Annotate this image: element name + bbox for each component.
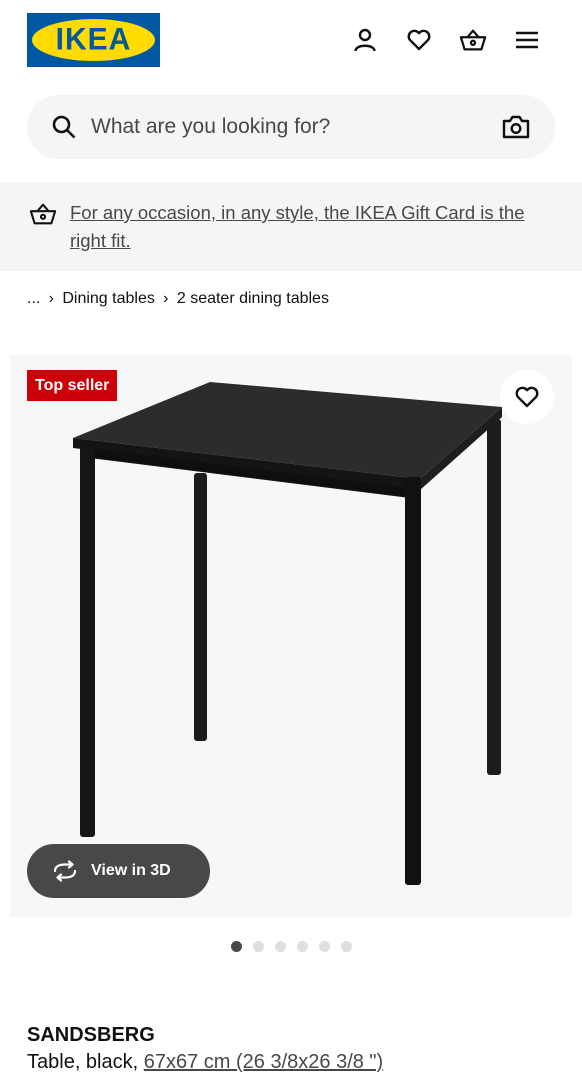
- gift-card-link[interactable]: For any occasion, in any style, the IKEA…: [70, 199, 560, 255]
- basket-icon: [29, 203, 57, 225]
- rotate-3d-icon: [53, 860, 77, 882]
- logo-text: IKEA: [55, 22, 132, 57]
- breadcrumb-ellipsis[interactable]: ...: [27, 290, 40, 308]
- search-bar[interactable]: [27, 95, 555, 159]
- breadcrumb-dining-tables[interactable]: Dining tables: [62, 290, 155, 308]
- carousel-dot[interactable]: [275, 941, 286, 952]
- site-header: IKEA: [0, 0, 582, 82]
- basket-icon[interactable]: [459, 26, 487, 54]
- chevron-right-icon: ›: [48, 290, 54, 307]
- breadcrumb-2-seater-dining-tables[interactable]: 2 seater dining tables: [177, 290, 329, 308]
- product-image: [73, 382, 502, 885]
- image-carousel-dots: [231, 941, 352, 952]
- product-description: Table, black, 67x67 cm (26 3/8x26 3/8 "): [27, 1051, 383, 1074]
- carousel-dot[interactable]: [341, 941, 352, 952]
- chevron-right-icon: ›: [163, 290, 169, 307]
- top-seller-badge: Top seller: [27, 370, 118, 401]
- add-to-favourites-button[interactable]: [500, 370, 554, 424]
- carousel-dot[interactable]: [319, 941, 330, 952]
- carousel-dot[interactable]: [231, 941, 242, 952]
- camera-icon[interactable]: [501, 113, 531, 141]
- product-size-link[interactable]: 67x67 cm (26 3/8x26 3/8 "): [144, 1051, 383, 1073]
- view-in-3d-label: View in 3D: [91, 862, 171, 879]
- user-icon[interactable]: [351, 26, 379, 54]
- product-name: SANDSBERG: [27, 1024, 155, 1046]
- carousel-dot[interactable]: [297, 941, 308, 952]
- carousel-dot[interactable]: [253, 941, 264, 952]
- view-in-3d-button[interactable]: View in 3D: [27, 844, 210, 898]
- hamburger-menu-icon[interactable]: [513, 26, 541, 54]
- search-input[interactable]: [91, 107, 481, 147]
- heart-icon: [515, 386, 539, 408]
- heart-icon[interactable]: [405, 26, 433, 54]
- breadcrumb: ... › Dining tables › 2 seater dining ta…: [27, 288, 329, 310]
- ikea-logo[interactable]: IKEA: [27, 13, 160, 67]
- product-type-text: Table, black,: [27, 1051, 144, 1073]
- gift-card-promo: For any occasion, in any style, the IKEA…: [0, 182, 582, 271]
- search-icon: [52, 115, 76, 139]
